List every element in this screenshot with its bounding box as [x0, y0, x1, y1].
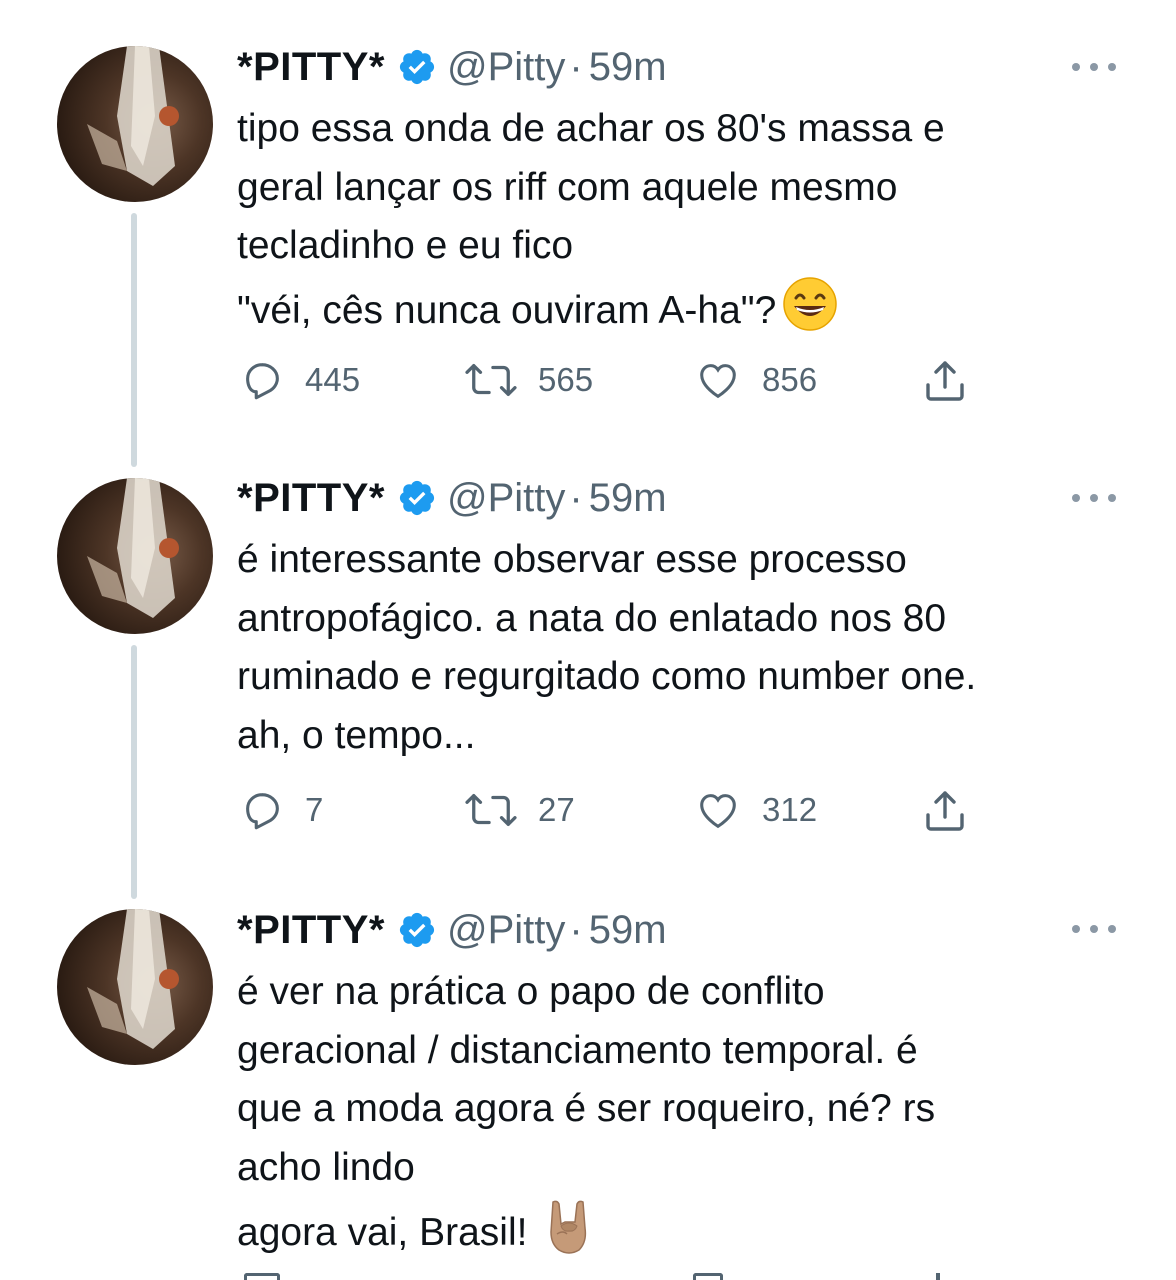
reply-button[interactable]: 445	[239, 357, 360, 403]
tweet-text: tipo essa onda de achar os 80's massa e …	[237, 100, 1137, 350]
retweet-count: 565	[538, 361, 594, 398]
reply-count: 7	[305, 791, 324, 828]
user-handle[interactable]: @Pitty	[447, 908, 565, 953]
thread-connector	[131, 645, 137, 899]
share-icon	[921, 357, 969, 405]
timestamp[interactable]: 59m	[589, 908, 667, 953]
tweet-actions: 445 565 856	[0, 357, 1176, 407]
more-options-icon[interactable]	[1072, 57, 1116, 77]
share-button[interactable]	[921, 357, 969, 405]
like-icon	[694, 357, 742, 403]
tweet-text-line: tecladinho e eu fico	[237, 224, 574, 268]
like-button[interactable]: 856	[694, 357, 817, 403]
tweet-text-line: antropofágico. a nata do enlatado nos 80	[237, 596, 947, 640]
tweet-text-line: geral lançar os riff com aquele mesmo	[237, 165, 898, 209]
verified-badge-icon	[397, 47, 437, 87]
separator-dot: ·	[569, 907, 583, 952]
separator-dot: ·	[569, 475, 583, 520]
tweet-header: *PITTY* @Pitty · 59m	[237, 42, 667, 92]
tweet-text-line: é ver na prática o papo de conflito	[237, 970, 825, 1013]
tweet-text-line: tipo essa onda de achar os 80's massa e	[237, 107, 945, 150]
tweet-text-line: ruminado e regurgitado como number one.	[237, 655, 977, 699]
retweet-button[interactable]: 27	[464, 787, 575, 833]
tweet-text-line: geracional / distanciamento temporal. é	[237, 1028, 918, 1072]
retweet-icon	[464, 357, 518, 403]
grinning-face-emoji-icon	[782, 276, 838, 350]
avatar[interactable]	[57, 46, 213, 202]
avatar[interactable]	[57, 478, 213, 634]
reply-icon	[239, 787, 285, 833]
timestamp[interactable]: 59m	[589, 476, 667, 521]
share-icon	[921, 787, 969, 835]
reply-icon	[239, 357, 285, 403]
tweet-header: *PITTY* @Pitty · 59m	[237, 905, 667, 955]
tweet-text-line: agora vai, Brasil!	[237, 1198, 1137, 1272]
display-name[interactable]: *PITTY*	[237, 45, 385, 90]
tweet-text-line: acho lindo	[237, 1146, 415, 1190]
tweet-text-line: ah, o tempo...	[237, 714, 476, 758]
like-count: 312	[762, 791, 818, 828]
sign-of-the-horns-emoji-icon	[545, 1198, 593, 1272]
verified-badge-icon	[397, 478, 437, 518]
like-button[interactable]: 312	[694, 787, 817, 833]
reply-button[interactable]: 7	[239, 787, 323, 833]
timestamp[interactable]: 59m	[589, 45, 667, 90]
tweet-header: *PITTY* @Pitty · 59m	[237, 473, 667, 523]
more-options-icon[interactable]	[1072, 488, 1116, 508]
retweet-button[interactable]: 565	[464, 357, 593, 403]
avatar[interactable]	[57, 909, 213, 1065]
more-options-icon[interactable]	[1072, 919, 1116, 939]
tweet-actions: 7 27 312	[0, 787, 1176, 837]
display-name[interactable]: *PITTY*	[237, 908, 385, 953]
like-icon	[694, 787, 742, 833]
next-tweet-actions-peek	[0, 1273, 1176, 1280]
tweet-text-line: que a moda agora é ser roqueiro, né? rs	[237, 1087, 936, 1131]
display-name[interactable]: *PITTY*	[237, 476, 385, 521]
user-handle[interactable]: @Pitty	[447, 45, 565, 90]
separator-dot: ·	[569, 44, 583, 89]
share-button[interactable]	[921, 787, 969, 835]
user-handle[interactable]: @Pitty	[447, 476, 565, 521]
tweet-text-line: "véi, cês nunca ouviram A-ha"?	[237, 276, 1137, 350]
retweet-icon	[464, 787, 518, 833]
reply-count: 445	[305, 361, 361, 398]
like-count: 856	[762, 361, 818, 398]
verified-badge-icon	[397, 910, 437, 950]
tweet-text: é ver na prática o papo de conflito gera…	[237, 963, 1137, 1272]
retweet-count: 27	[538, 791, 575, 828]
thread-connector	[131, 213, 137, 467]
tweet-text-line: é interessante observar esse processo	[237, 538, 907, 581]
tweet-text: é interessante observar esse processo an…	[237, 531, 1137, 766]
